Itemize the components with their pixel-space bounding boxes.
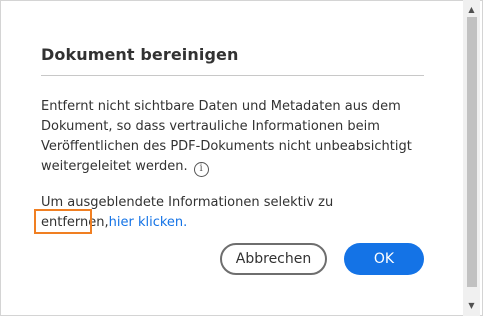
dialog-title: Dokument bereinigen — [41, 45, 239, 64]
link-period: . — [183, 215, 188, 230]
ok-button[interactable]: OK — [344, 243, 424, 275]
cancel-button[interactable]: Abbrechen — [220, 243, 327, 275]
click-here-link[interactable]: hier klicken — [109, 215, 184, 230]
info-icon[interactable]: i — [193, 161, 209, 177]
cleanup-dialog: Dokument bereinigen Entfernt nicht sicht… — [0, 0, 483, 316]
description-text: Entfernt nicht sichtbare Daten und Metad… — [41, 97, 425, 177]
selective-remove-text: Um ausgeblendete Informationen selektiv … — [41, 193, 425, 233]
scroll-up-icon[interactable]: ▲ — [463, 2, 480, 16]
title-divider — [41, 75, 424, 76]
scroll-thumb[interactable] — [467, 17, 477, 287]
scroll-down-icon[interactable]: ▼ — [463, 298, 480, 312]
description-body: Entfernt nicht sichtbare Daten und Metad… — [41, 99, 412, 174]
vertical-scrollbar[interactable]: ▲ ▼ — [463, 0, 480, 316]
